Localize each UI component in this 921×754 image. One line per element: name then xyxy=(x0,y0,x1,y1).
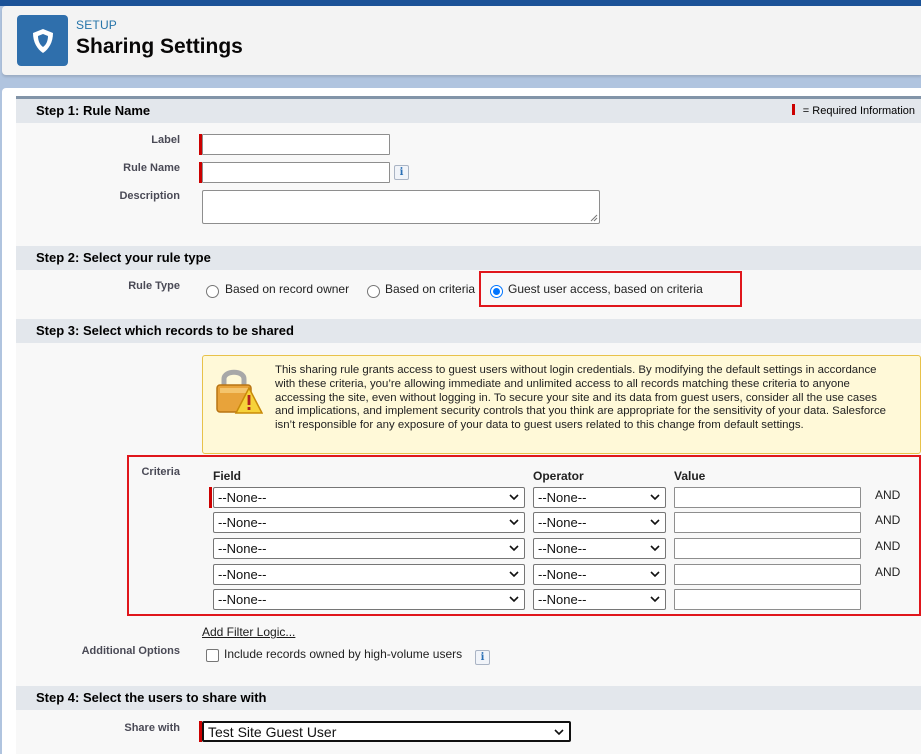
criteria-required-marker xyxy=(209,487,212,508)
high-volume-info-icon[interactable]: i xyxy=(475,650,490,665)
page-header: SETUP Sharing Settings xyxy=(2,6,921,75)
radio-guest-user-access[interactable] xyxy=(490,285,503,298)
criteria-field-value: --None-- xyxy=(218,490,267,505)
value-column-header: Value xyxy=(674,469,706,483)
step1-heading-text: Step 1: Rule Name xyxy=(36,103,151,118)
share-with-label: Share with xyxy=(124,722,180,734)
add-filter-logic-link[interactable]: Add Filter Logic... xyxy=(202,625,295,639)
criteria-value-input[interactable] xyxy=(674,564,861,585)
chevron-down-icon xyxy=(509,596,519,603)
rule-name-info-icon[interactable]: i xyxy=(394,165,409,180)
criteria-and-label: AND xyxy=(875,565,901,579)
criteria-operator-value: --None-- xyxy=(538,541,587,556)
criteria-field-value: --None-- xyxy=(218,515,267,530)
criteria-and-label: AND xyxy=(875,488,901,502)
criteria-operator-select[interactable]: --None-- xyxy=(533,538,666,559)
include-high-volume-label[interactable]: Include records owned by high-volume use… xyxy=(224,647,462,661)
criteria-and-label: AND xyxy=(875,539,901,553)
chevron-down-icon xyxy=(650,596,660,603)
chevron-down-icon xyxy=(650,571,660,578)
criteria-operator-select[interactable]: --None-- xyxy=(533,512,666,533)
description-textarea[interactable] xyxy=(202,190,600,224)
rule-name-field-label: Rule Name xyxy=(123,162,180,174)
setup-icon-tile xyxy=(17,15,68,66)
criteria-field-value: --None-- xyxy=(218,567,267,582)
label-field-label: Label xyxy=(151,134,180,146)
criteria-value-input[interactable] xyxy=(674,589,861,610)
shield-icon xyxy=(32,28,53,53)
criteria-operator-select[interactable]: --None-- xyxy=(533,487,666,508)
criteria-label: Criteria xyxy=(141,466,180,478)
criteria-value-input[interactable] xyxy=(674,538,861,559)
required-legend: = Required Information xyxy=(791,104,915,117)
chevron-down-icon xyxy=(650,519,660,526)
lock-warning-icon xyxy=(216,369,263,414)
criteria-operator-select[interactable]: --None-- xyxy=(533,564,666,585)
step4-heading: Step 4: Select the users to share with xyxy=(16,686,921,710)
criteria-and-label: AND xyxy=(875,513,901,527)
radio-guest-user-access-label[interactable]: Guest user access, based on criteria xyxy=(508,282,703,296)
label-input[interactable] xyxy=(202,134,390,155)
criteria-operator-value: --None-- xyxy=(538,592,587,607)
criteria-operator-value: --None-- xyxy=(538,515,587,530)
warning-text: This sharing rule grants access to guest… xyxy=(275,364,886,432)
criteria-field-value: --None-- xyxy=(218,541,267,556)
step3-heading-text: Step 3: Select which records to be share… xyxy=(36,323,294,338)
guest-access-warning: This sharing rule grants access to guest… xyxy=(202,355,921,454)
edit-form: Step 1: Rule Name = Required Information… xyxy=(16,96,921,754)
step3-heading: Step 3: Select which records to be share… xyxy=(16,319,921,343)
step4-heading-text: Step 4: Select the users to share with xyxy=(36,690,267,705)
share-with-value: Test Site Guest User xyxy=(208,724,337,740)
chevron-down-icon xyxy=(509,494,519,501)
required-marker xyxy=(791,104,795,115)
step2-heading-text: Step 2: Select your rule type xyxy=(36,250,211,265)
criteria-field-select[interactable]: --None-- xyxy=(213,512,525,533)
criteria-field-select[interactable]: --None-- xyxy=(213,589,525,610)
chevron-down-icon xyxy=(554,729,564,736)
share-with-select[interactable]: Test Site Guest User xyxy=(202,721,571,742)
criteria-operator-value: --None-- xyxy=(538,490,587,505)
criteria-field-select[interactable]: --None-- xyxy=(213,487,525,508)
content-panel: Step 1: Rule Name = Required Information… xyxy=(2,88,921,754)
radio-record-owner-label[interactable]: Based on record owner xyxy=(225,282,349,296)
operator-column-header: Operator xyxy=(533,469,584,483)
criteria-value-input[interactable] xyxy=(674,512,861,533)
radio-criteria-label[interactable]: Based on criteria xyxy=(385,282,475,296)
include-high-volume-checkbox[interactable] xyxy=(206,649,219,662)
page-title: Sharing Settings xyxy=(76,35,243,58)
description-field-label: Description xyxy=(119,190,180,202)
step2-heading: Step 2: Select your rule type xyxy=(16,246,921,270)
criteria-field-select[interactable]: --None-- xyxy=(213,564,525,585)
criteria-operator-value: --None-- xyxy=(538,567,587,582)
chevron-down-icon xyxy=(650,494,660,501)
step1-heading: Step 1: Rule Name = Required Information xyxy=(16,99,921,123)
criteria-operator-select[interactable]: --None-- xyxy=(533,589,666,610)
header-eyebrow: SETUP xyxy=(76,18,118,32)
radio-record-owner[interactable] xyxy=(206,285,219,298)
additional-options-label: Additional Options xyxy=(81,645,180,657)
radio-criteria[interactable] xyxy=(367,285,380,298)
chevron-down-icon xyxy=(509,571,519,578)
chevron-down-icon xyxy=(509,545,519,552)
chevron-down-icon xyxy=(650,545,660,552)
criteria-field-select[interactable]: --None-- xyxy=(213,538,525,559)
rule-type-label: Rule Type xyxy=(128,280,180,292)
chevron-down-icon xyxy=(509,519,519,526)
rule-name-input[interactable] xyxy=(202,162,390,183)
required-legend-text: = Required Information xyxy=(802,105,915,117)
criteria-field-value: --None-- xyxy=(218,592,267,607)
criteria-value-input[interactable] xyxy=(674,487,861,508)
resize-grip-icon[interactable] xyxy=(589,213,598,222)
field-column-header: Field xyxy=(213,469,242,483)
